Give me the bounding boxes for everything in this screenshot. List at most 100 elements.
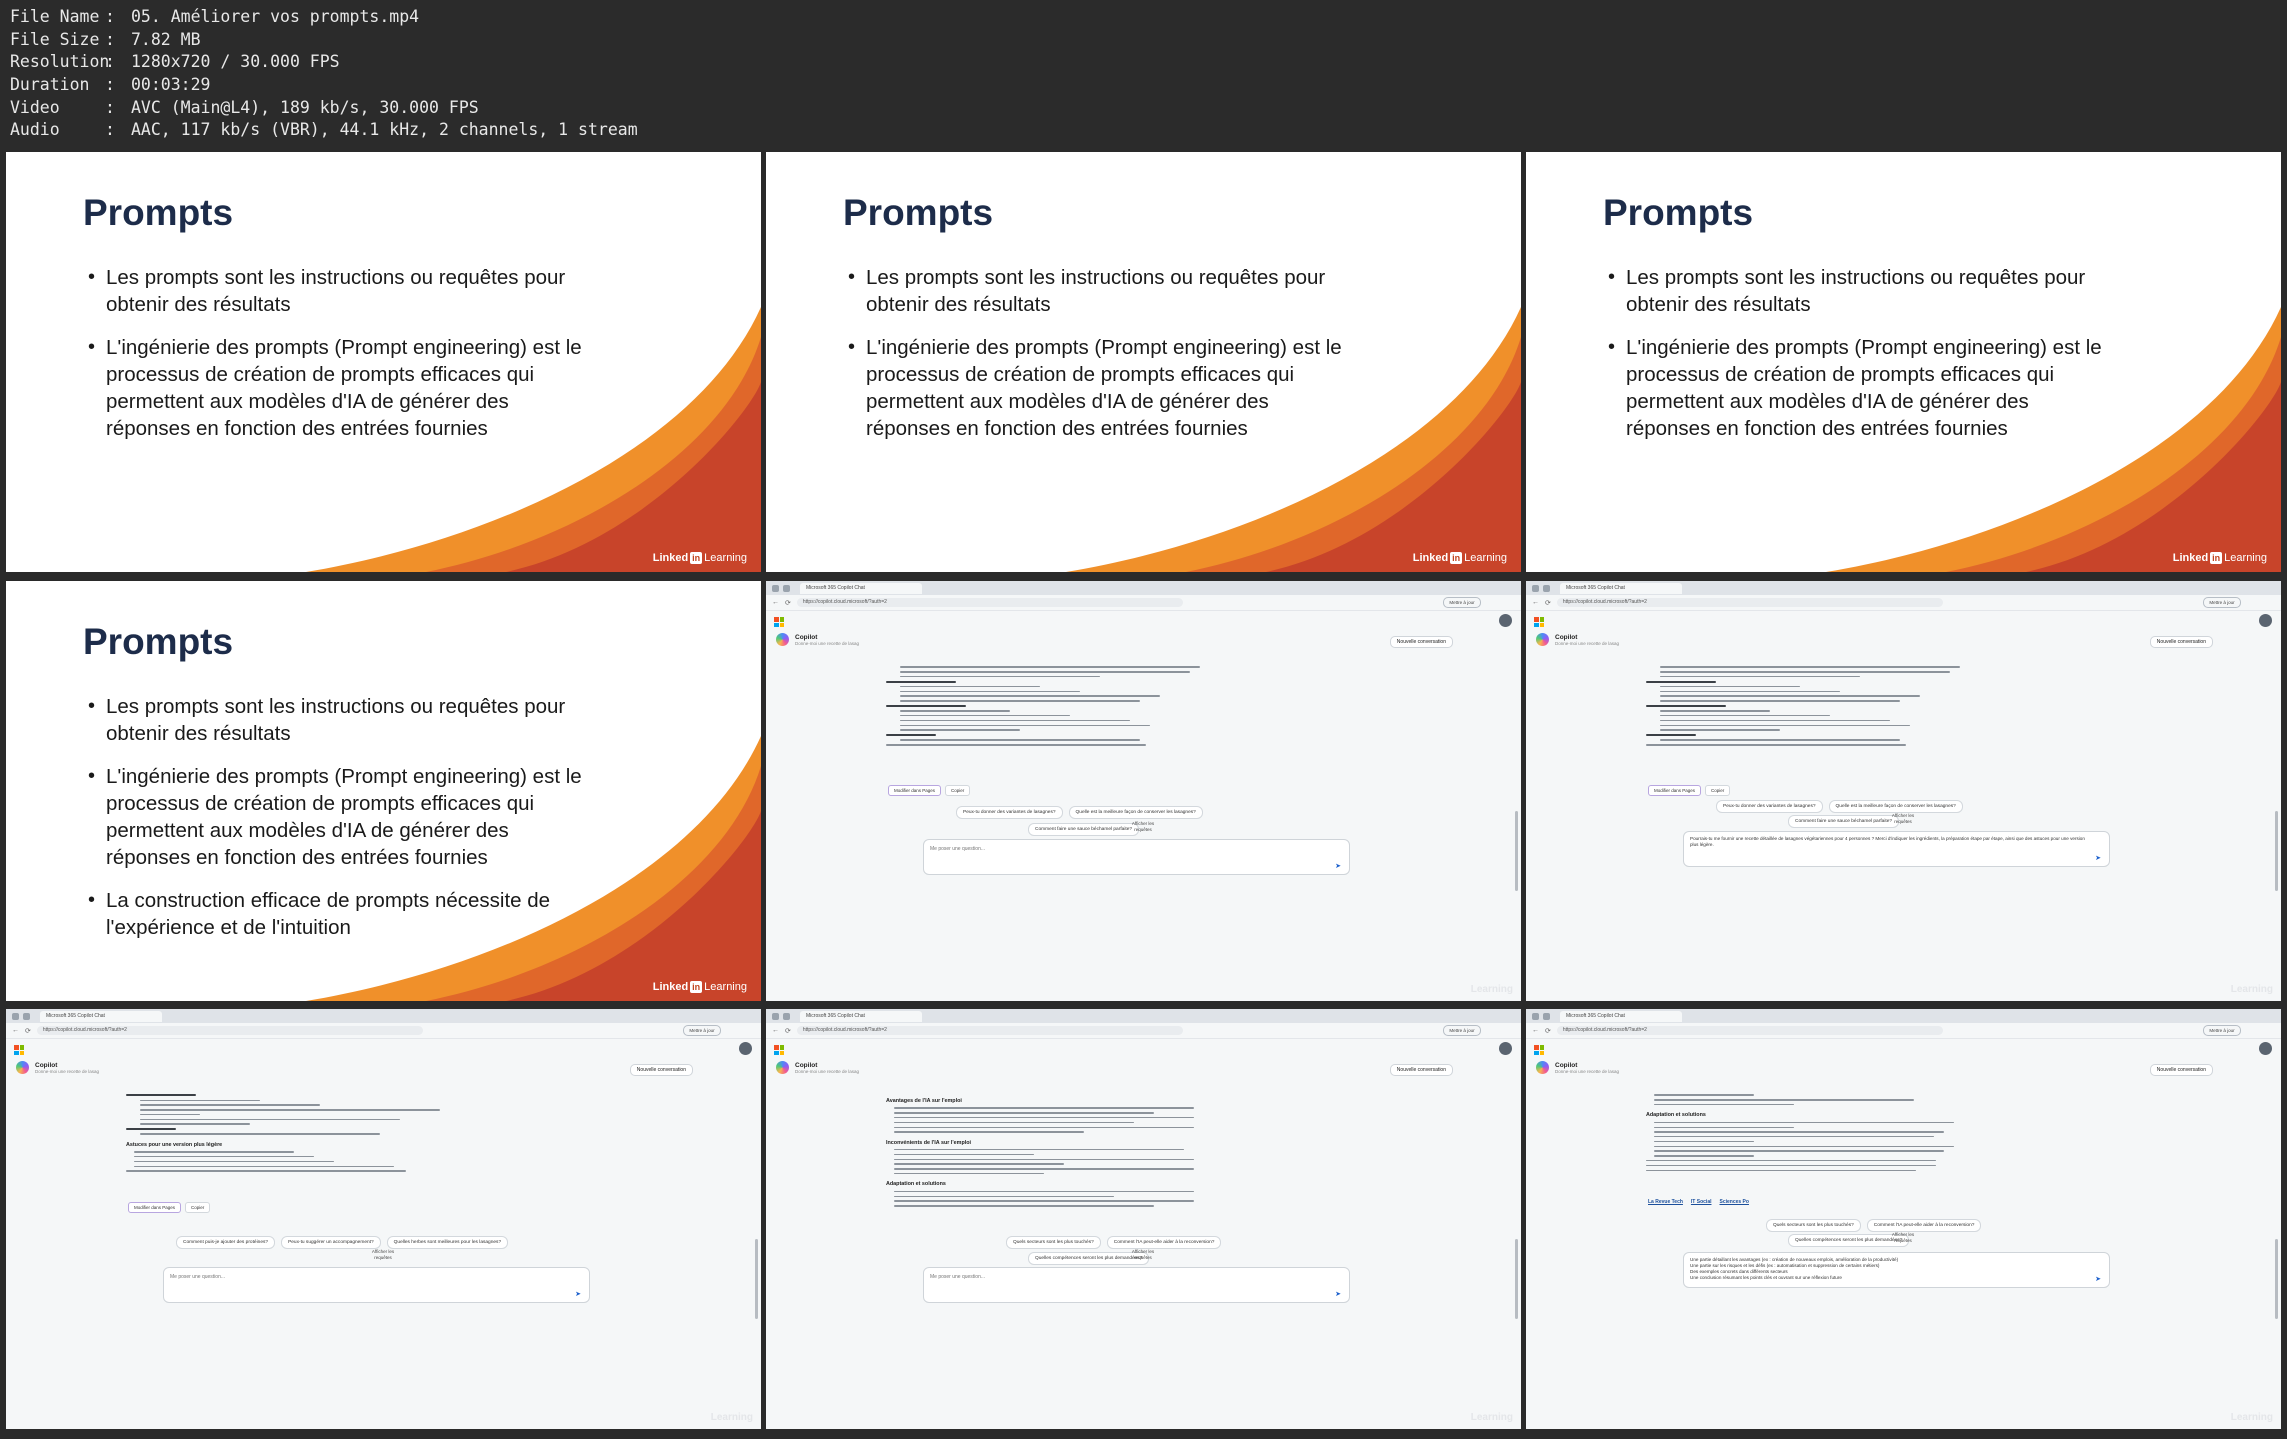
url-field[interactable]: https://copilot.cloud.microsoft/?auth=2 [1556,598,1943,607]
scrollbar[interactable] [2275,811,2278,891]
back-icon[interactable]: ← [772,599,779,606]
new-conversation-button[interactable]: Nouvelle conversation [1389,636,1453,648]
suggestion-chip[interactable]: Quels secteurs sont les plus touchés? [1766,1219,1861,1232]
new-conversation-button[interactable]: Nouvelle conversation [2149,1064,2213,1076]
suggestion-chip[interactable]: Quelle est la meilleure façon de conserv… [1828,800,1963,813]
suggestion-chip[interactable]: Quelles herbes sont meilleures pour les … [386,1236,509,1249]
show-requests-button[interactable]: Afficher les requêtes [1888,1232,1918,1244]
file-info-row: Resolution: 1280x720 / 30.000 FPS [10,51,2287,74]
show-requests-button[interactable]: Afficher les requêtes [1888,813,1918,825]
show-requests-button[interactable]: Afficher les requêtes [1128,821,1158,833]
send-icon[interactable]: ➤ [1335,862,1341,870]
scrollbar[interactable] [1515,1239,1518,1319]
new-conversation-button[interactable]: Nouvelle conversation [1389,1064,1453,1076]
modify-in-pages-button[interactable]: Modifier dans Pages [1648,785,1702,796]
chat-line [900,666,1200,668]
back-icon[interactable]: ← [12,1027,19,1034]
scrollbar[interactable] [2275,1239,2278,1319]
copy-button[interactable]: Copier [1705,785,1731,796]
suggestion-chip[interactable]: Peux-tu donner des variantes de lasagnes… [1716,800,1823,813]
chat-heading: Avantages de l'IA sur l'emploi [886,1098,962,1104]
copy-button[interactable]: Copier [945,785,971,796]
chat-input[interactable]: Me poser une question... ➤ [163,1267,590,1303]
copy-button[interactable]: Copier [185,1202,211,1213]
avatar[interactable] [2259,1042,2272,1055]
slide-bullet-list: Les prompts sont les instructions ou req… [88,264,598,458]
chat-line [126,1094,196,1097]
send-icon[interactable]: ➤ [2095,854,2101,862]
chat-heading: Astuces pour une version plus légère [126,1141,223,1148]
update-button[interactable]: Mettre à jour [683,1025,721,1036]
back-icon[interactable]: ← [772,1027,779,1034]
suggestion-chip[interactable]: Peux-tu suggérer un accompagnement? [281,1236,381,1249]
url-field[interactable]: https://copilot.cloud.microsoft/?auth=2 [1556,1026,1943,1035]
avatar[interactable] [2259,614,2272,627]
chat-line [886,680,956,683]
address-bar-row: ← ⟳ https://copilot.cloud.microsoft/?auth=… [1526,595,2281,611]
chat-input[interactable]: Me poser une question... ➤ [923,839,1350,875]
file-info-key: Duration [10,75,90,95]
avatar[interactable] [1499,1042,1512,1055]
slide-bullet: Les prompts sont les instructions ou req… [88,693,598,747]
logo-in-mark: in [1450,552,1463,564]
chat-input[interactable]: Une partie détaillant les avantages (ex … [1683,1252,2110,1288]
refresh-icon[interactable]: ⟳ [785,599,791,607]
suggestion-chip[interactable]: Comment l'IA peut-elle aider à la reconv… [1866,1219,1982,1232]
suggestion-chip[interactable]: Comment l'IA peut-elle aider à la reconv… [1106,1236,1222,1249]
browser-tab-bar: Microsoft 365 Copilot Chat [6,1009,761,1023]
show-requests-button[interactable]: Afficher les requêtes [1128,1249,1158,1261]
avatar[interactable] [1499,614,1512,627]
send-icon[interactable]: ➤ [575,1290,581,1298]
chat-line [1660,666,1960,668]
window-icon [783,1012,790,1020]
update-button[interactable]: Mettre à jour [2203,597,2241,608]
suggestion-chip[interactable]: Comment faire une sauce béchamel parfait… [1788,815,1900,828]
refresh-icon[interactable]: ⟳ [1545,599,1551,607]
send-icon[interactable]: ➤ [1335,1290,1341,1298]
source-link[interactable]: Sciences Po [1719,1199,1748,1205]
linkedin-learning-logo: Linked in Learning [1413,552,1507,564]
chat-input[interactable]: Pourrais-tu me fournir une recette détai… [1683,831,2110,867]
back-icon[interactable]: ← [1532,1027,1539,1034]
file-info-value: 1280x720 / 30.000 FPS [131,52,340,72]
modify-in-pages-button[interactable]: Modifier dans Pages [128,1202,182,1213]
chat-line [140,1109,440,1111]
suggestion-chip[interactable]: Peux-tu donner des variantes de lasagnes… [956,806,1063,819]
update-button[interactable]: Mettre à jour [2203,1025,2241,1036]
chat-input-text[interactable]: Une partie détaillant les avantages (ex … [1690,1257,2089,1281]
url-field[interactable]: https://copilot.cloud.microsoft/?auth=2 [796,598,1183,607]
browser-tab[interactable]: Microsoft 365 Copilot Chat [800,1010,922,1022]
update-button[interactable]: Mettre à jour [1443,1025,1481,1036]
suggestion-chip[interactable]: Quels secteurs sont les plus touchés? [1006,1236,1101,1249]
url-field[interactable]: https://copilot.cloud.microsoft/?auth=2 [796,1026,1183,1035]
show-requests-button[interactable]: Afficher les requêtes [368,1249,398,1261]
source-link[interactable]: La Revue Tech [1648,1199,1683,1205]
modify-in-pages-button[interactable]: Modifier dans Pages [888,785,942,796]
browser-tab[interactable]: Microsoft 365 Copilot Chat [1560,1010,1682,1022]
browser-tab[interactable]: Microsoft 365 Copilot Chat [800,582,922,594]
suggestion-chip[interactable]: Comment puis-je ajouter des protéines? [176,1236,276,1249]
avatar[interactable] [739,1042,752,1055]
scrollbar[interactable] [755,1239,758,1319]
update-button[interactable]: Mettre à jour [1443,597,1481,608]
chat-input-text[interactable]: Pourrais-tu me fournir une recette détai… [1690,836,2089,848]
browser-tab[interactable]: Microsoft 365 Copilot Chat [1560,582,1682,594]
suggestion-chip[interactable]: Quelle est la meilleure façon de conserv… [1068,806,1203,819]
scrollbar[interactable] [1515,811,1518,891]
window-icon [1532,584,1539,592]
new-conversation-button[interactable]: Nouvelle conversation [2149,636,2213,648]
refresh-icon[interactable]: ⟳ [25,1027,31,1035]
chat-input[interactable]: Me poser une question... ➤ [923,1267,1350,1303]
refresh-icon[interactable]: ⟳ [785,1027,791,1035]
copilot-subtitle: Donne-moi une recette de lasag [1555,1068,1620,1074]
back-icon[interactable]: ← [1532,599,1539,606]
browser-tab[interactable]: Microsoft 365 Copilot Chat [40,1010,162,1022]
file-info-panel: File Name:05. Améliorer vos prompts.mp4 F… [0,0,2287,150]
suggestion-chip[interactable]: Comment faire une sauce béchamel parfait… [1028,823,1140,836]
send-icon[interactable]: ➤ [2095,1275,2101,1283]
source-link[interactable]: IT Social [1691,1199,1712,1205]
new-conversation-button[interactable]: Nouvelle conversation [629,1064,693,1076]
url-field[interactable]: https://copilot.cloud.microsoft/?auth=2 [36,1026,423,1035]
chat-line [1660,685,1800,688]
refresh-icon[interactable]: ⟳ [1545,1027,1551,1035]
